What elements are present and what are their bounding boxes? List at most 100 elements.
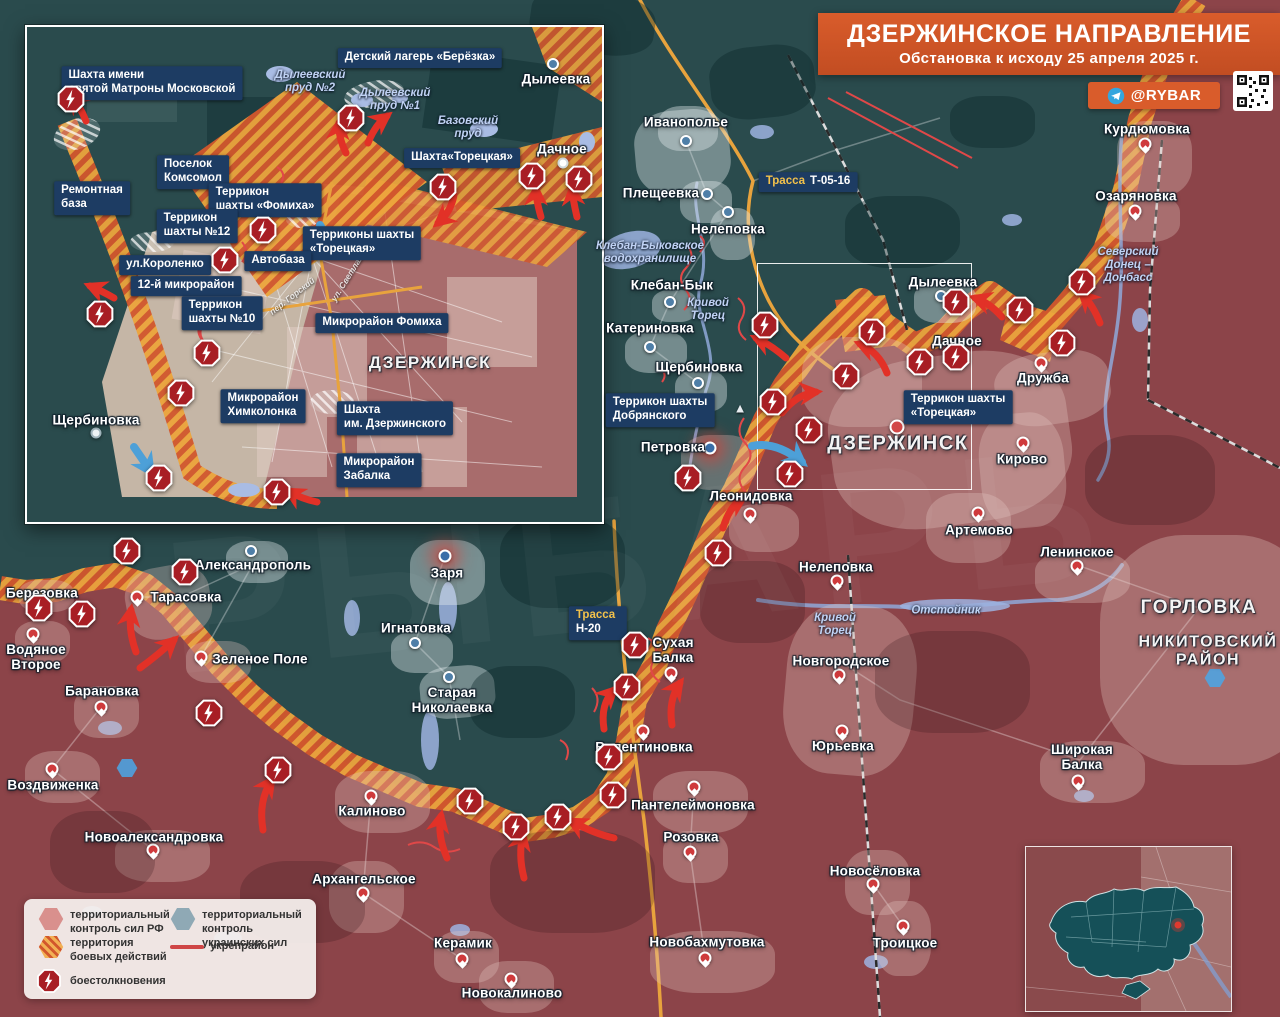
clash-icon	[430, 174, 457, 201]
town-marker	[637, 725, 650, 738]
ua-position-icon	[1204, 668, 1226, 688]
town-label: Александрополь	[195, 557, 311, 572]
town-marker	[664, 296, 676, 308]
legend-hex-blue-icon	[170, 907, 196, 931]
map-title: ДЗЕРЖИНСКОЕ НАПРАВЛЕНИЕ	[847, 21, 1251, 47]
clash-icon	[859, 319, 886, 346]
town-label: Новоалександровка	[85, 829, 224, 844]
clash-icon	[58, 86, 85, 113]
water-label: Дылеевский пруд №1	[360, 87, 431, 113]
town-marker	[95, 701, 108, 714]
town-label: Заря	[431, 565, 464, 580]
poi-label-box: 12-й микрорайон	[131, 276, 242, 296]
town-marker	[547, 58, 559, 70]
clash-icon	[69, 601, 96, 628]
poi-label-box: Террикон шахты №12	[157, 209, 238, 243]
water-label: Базовский пруд	[438, 115, 498, 141]
town-label: Иванополье	[644, 114, 728, 129]
town-label: Пантелеймоновка	[631, 797, 755, 812]
clash-icon	[622, 632, 649, 659]
clash-icon	[596, 744, 623, 771]
water-label: Кривой Торец	[814, 612, 856, 638]
clash-icon	[265, 757, 292, 784]
town-marker	[701, 188, 713, 200]
legend-item-label: боестолкновения	[70, 975, 166, 989]
town-marker	[46, 763, 59, 776]
town-label: Леонидовка	[709, 488, 792, 503]
clash-icon	[614, 674, 641, 701]
clash-icon	[338, 105, 365, 132]
town-marker	[897, 920, 910, 933]
clash-icon	[1049, 330, 1076, 357]
clash-icon	[194, 340, 221, 367]
brand-badge: @RYBAR	[1088, 82, 1220, 109]
town-label: Щербиновка	[52, 412, 139, 427]
clash-icon	[168, 380, 195, 407]
town-marker	[357, 887, 370, 900]
clash-icon	[600, 782, 627, 809]
area-label: ДЗЕРЖИНСК	[369, 353, 491, 373]
town-marker	[409, 637, 421, 649]
clash-icon	[943, 289, 970, 316]
clash-icon	[114, 538, 141, 565]
town-label: Барановка	[65, 683, 139, 698]
water-label: Клебан-Быковское водохранилище	[596, 240, 704, 266]
water-label: Отстойник	[911, 604, 980, 617]
town-label: Щербиновка	[655, 359, 742, 374]
town-label: Розовка	[663, 829, 718, 844]
clash-icon	[264, 479, 291, 506]
clash-icon	[566, 166, 593, 193]
town-marker	[684, 846, 697, 859]
map-subtitle: Обстановка к исходу 25 апреля 2025 г.	[899, 50, 1199, 67]
town-marker	[699, 952, 712, 965]
legend-item-label: укрепрайон	[210, 940, 274, 954]
clash-icon	[833, 363, 860, 390]
town-marker	[27, 628, 40, 641]
town-marker	[688, 781, 701, 794]
town-label: Калиново	[338, 803, 405, 818]
town-marker	[831, 575, 844, 588]
clash-icon	[87, 301, 114, 328]
situation-map: РЫБАРЬ	[0, 0, 1280, 1017]
town-label: Архангельское	[312, 871, 415, 886]
town-label: Новобахмутовка	[649, 934, 764, 949]
town-marker	[665, 667, 678, 680]
water-label: Кривой Торец	[687, 297, 729, 323]
legend-hex-red-icon	[38, 907, 64, 931]
area-label: НИКИТОВСКИЙ РАЙОН	[1138, 634, 1277, 671]
clash-icon	[1007, 297, 1034, 324]
town-label: Дружба	[1017, 370, 1069, 385]
town-marker	[692, 377, 704, 389]
legend-fortification-icon	[170, 945, 204, 949]
minimap-base	[1026, 847, 1231, 1011]
poi-label-box: Террикон шахты №10	[182, 296, 263, 330]
town-label: Юрьевка	[812, 738, 874, 753]
poi-label-box: Микрорайон Фомиха	[315, 313, 448, 333]
town-marker	[439, 550, 452, 563]
area-label: ГОРЛОВКА	[1141, 597, 1258, 619]
town-marker	[365, 790, 378, 803]
poi-label-box: Автобаза	[244, 251, 311, 271]
town-label: Тарасовка	[150, 589, 221, 604]
town-label: Курдюмовка	[1104, 121, 1190, 136]
street-label: ул. Светлая	[329, 253, 366, 303]
poi-label-box: Микрорайон Химколонка	[221, 389, 306, 423]
road-label-prefix: Трасса	[576, 609, 615, 621]
clash-icon	[705, 540, 732, 567]
ua-position-icon	[116, 758, 138, 778]
poi-label-box: Шахта им. Дзержинского	[337, 401, 453, 435]
water-label: Дылеевский пруд №2	[275, 69, 346, 95]
town-label: Водяное Второе	[6, 642, 66, 672]
road-label-box: ТрассаТ-05-16	[759, 172, 858, 192]
clash-icon	[26, 595, 53, 622]
poi-label-box: Шахта имени святой Матроны Московской	[62, 66, 243, 100]
poi-label-box: Терриконы шахты «Торецкая»	[303, 226, 421, 260]
town-marker	[867, 878, 880, 891]
town-label: Старая Николаевка	[412, 685, 493, 715]
town-marker	[505, 973, 518, 986]
legend-item-label: территория боевых действий	[70, 937, 167, 965]
town-label: Клебан-Бык	[631, 277, 713, 292]
town-marker	[443, 671, 455, 683]
town-marker	[644, 341, 656, 353]
town-label: Новгородское	[793, 653, 890, 668]
